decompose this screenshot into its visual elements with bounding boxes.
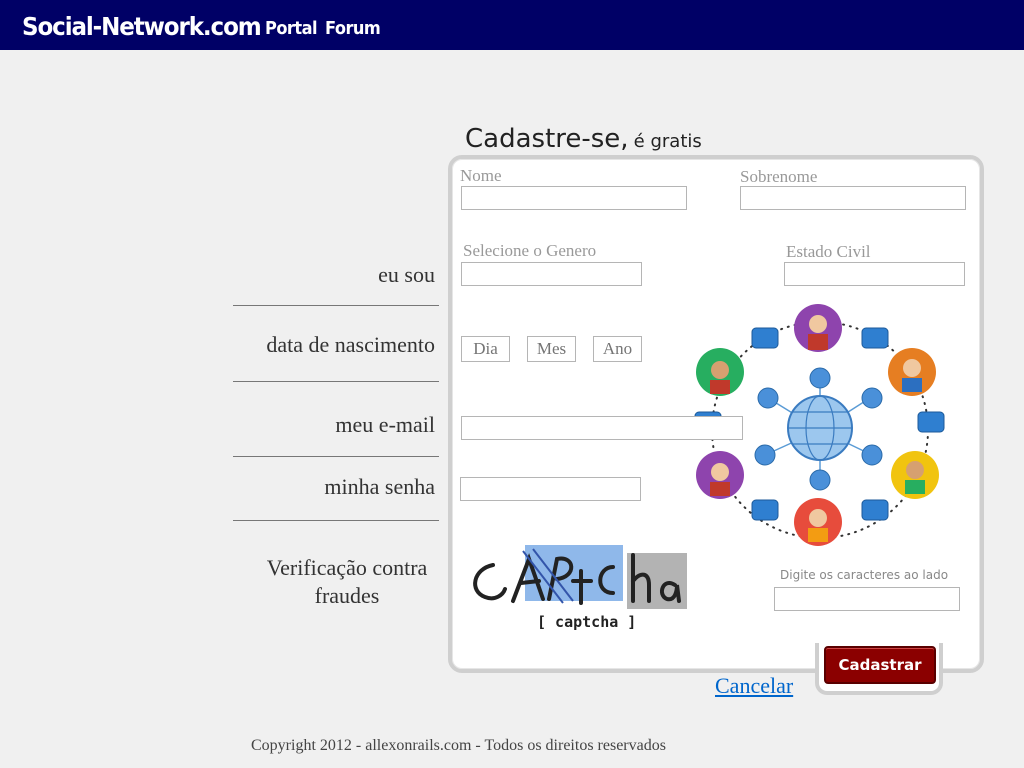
top-bar: Social-Network.com Portal Forum — [0, 0, 1024, 50]
label-nome: Nome — [460, 166, 502, 185]
label-sobrenome: Sobrenome — [740, 167, 818, 186]
birth-day-input[interactable] — [461, 336, 510, 362]
birth-month-input[interactable] — [527, 336, 576, 362]
label-data-nascimento: data de nascimento — [266, 332, 435, 357]
label-captcha-prompt: Digite os caracteres ao lado — [780, 568, 949, 582]
nav-portal-link[interactable]: Portal — [265, 18, 318, 39]
divider — [233, 381, 439, 382]
footer-copyright: Copyright 2012 - allexonrails.com - Todo… — [251, 737, 666, 754]
label-eu-sou: eu sou — [378, 262, 435, 287]
divider — [233, 456, 439, 457]
birth-year-input[interactable] — [593, 336, 642, 362]
password-input[interactable] — [460, 477, 641, 501]
label-email: meu e-mail — [335, 412, 435, 437]
cadastrar-button[interactable]: Cadastrar — [824, 646, 936, 684]
email-input[interactable] — [461, 416, 743, 440]
sobrenome-input[interactable] — [740, 186, 966, 210]
heading-main: Cadastre-se, — [465, 124, 629, 154]
label-estado-civil: Estado Civil — [786, 242, 871, 261]
nav-forum-link[interactable]: Forum — [325, 18, 381, 39]
genero-select[interactable] — [461, 262, 642, 286]
svg-text:[ captcha ]: [ captcha ] — [537, 613, 636, 631]
estado-civil-select[interactable] — [784, 262, 965, 286]
cancel-link[interactable]: Cancelar — [715, 673, 793, 699]
nome-input[interactable] — [461, 186, 687, 210]
divider — [233, 520, 439, 521]
label-senha: minha senha — [324, 474, 435, 499]
heading-sub: é gratis — [633, 131, 702, 152]
label-genero: Selecione o Genero — [463, 241, 597, 260]
captcha-image: [ captcha ] — [463, 541, 687, 637]
page-title: Cadastre-se, é gratis — [465, 124, 702, 154]
captcha-input[interactable] — [774, 587, 960, 611]
label-verificacao: Verificação contra fraudes — [266, 555, 428, 608]
brand-link[interactable]: Social-Network.com — [22, 12, 262, 41]
divider — [233, 305, 439, 306]
